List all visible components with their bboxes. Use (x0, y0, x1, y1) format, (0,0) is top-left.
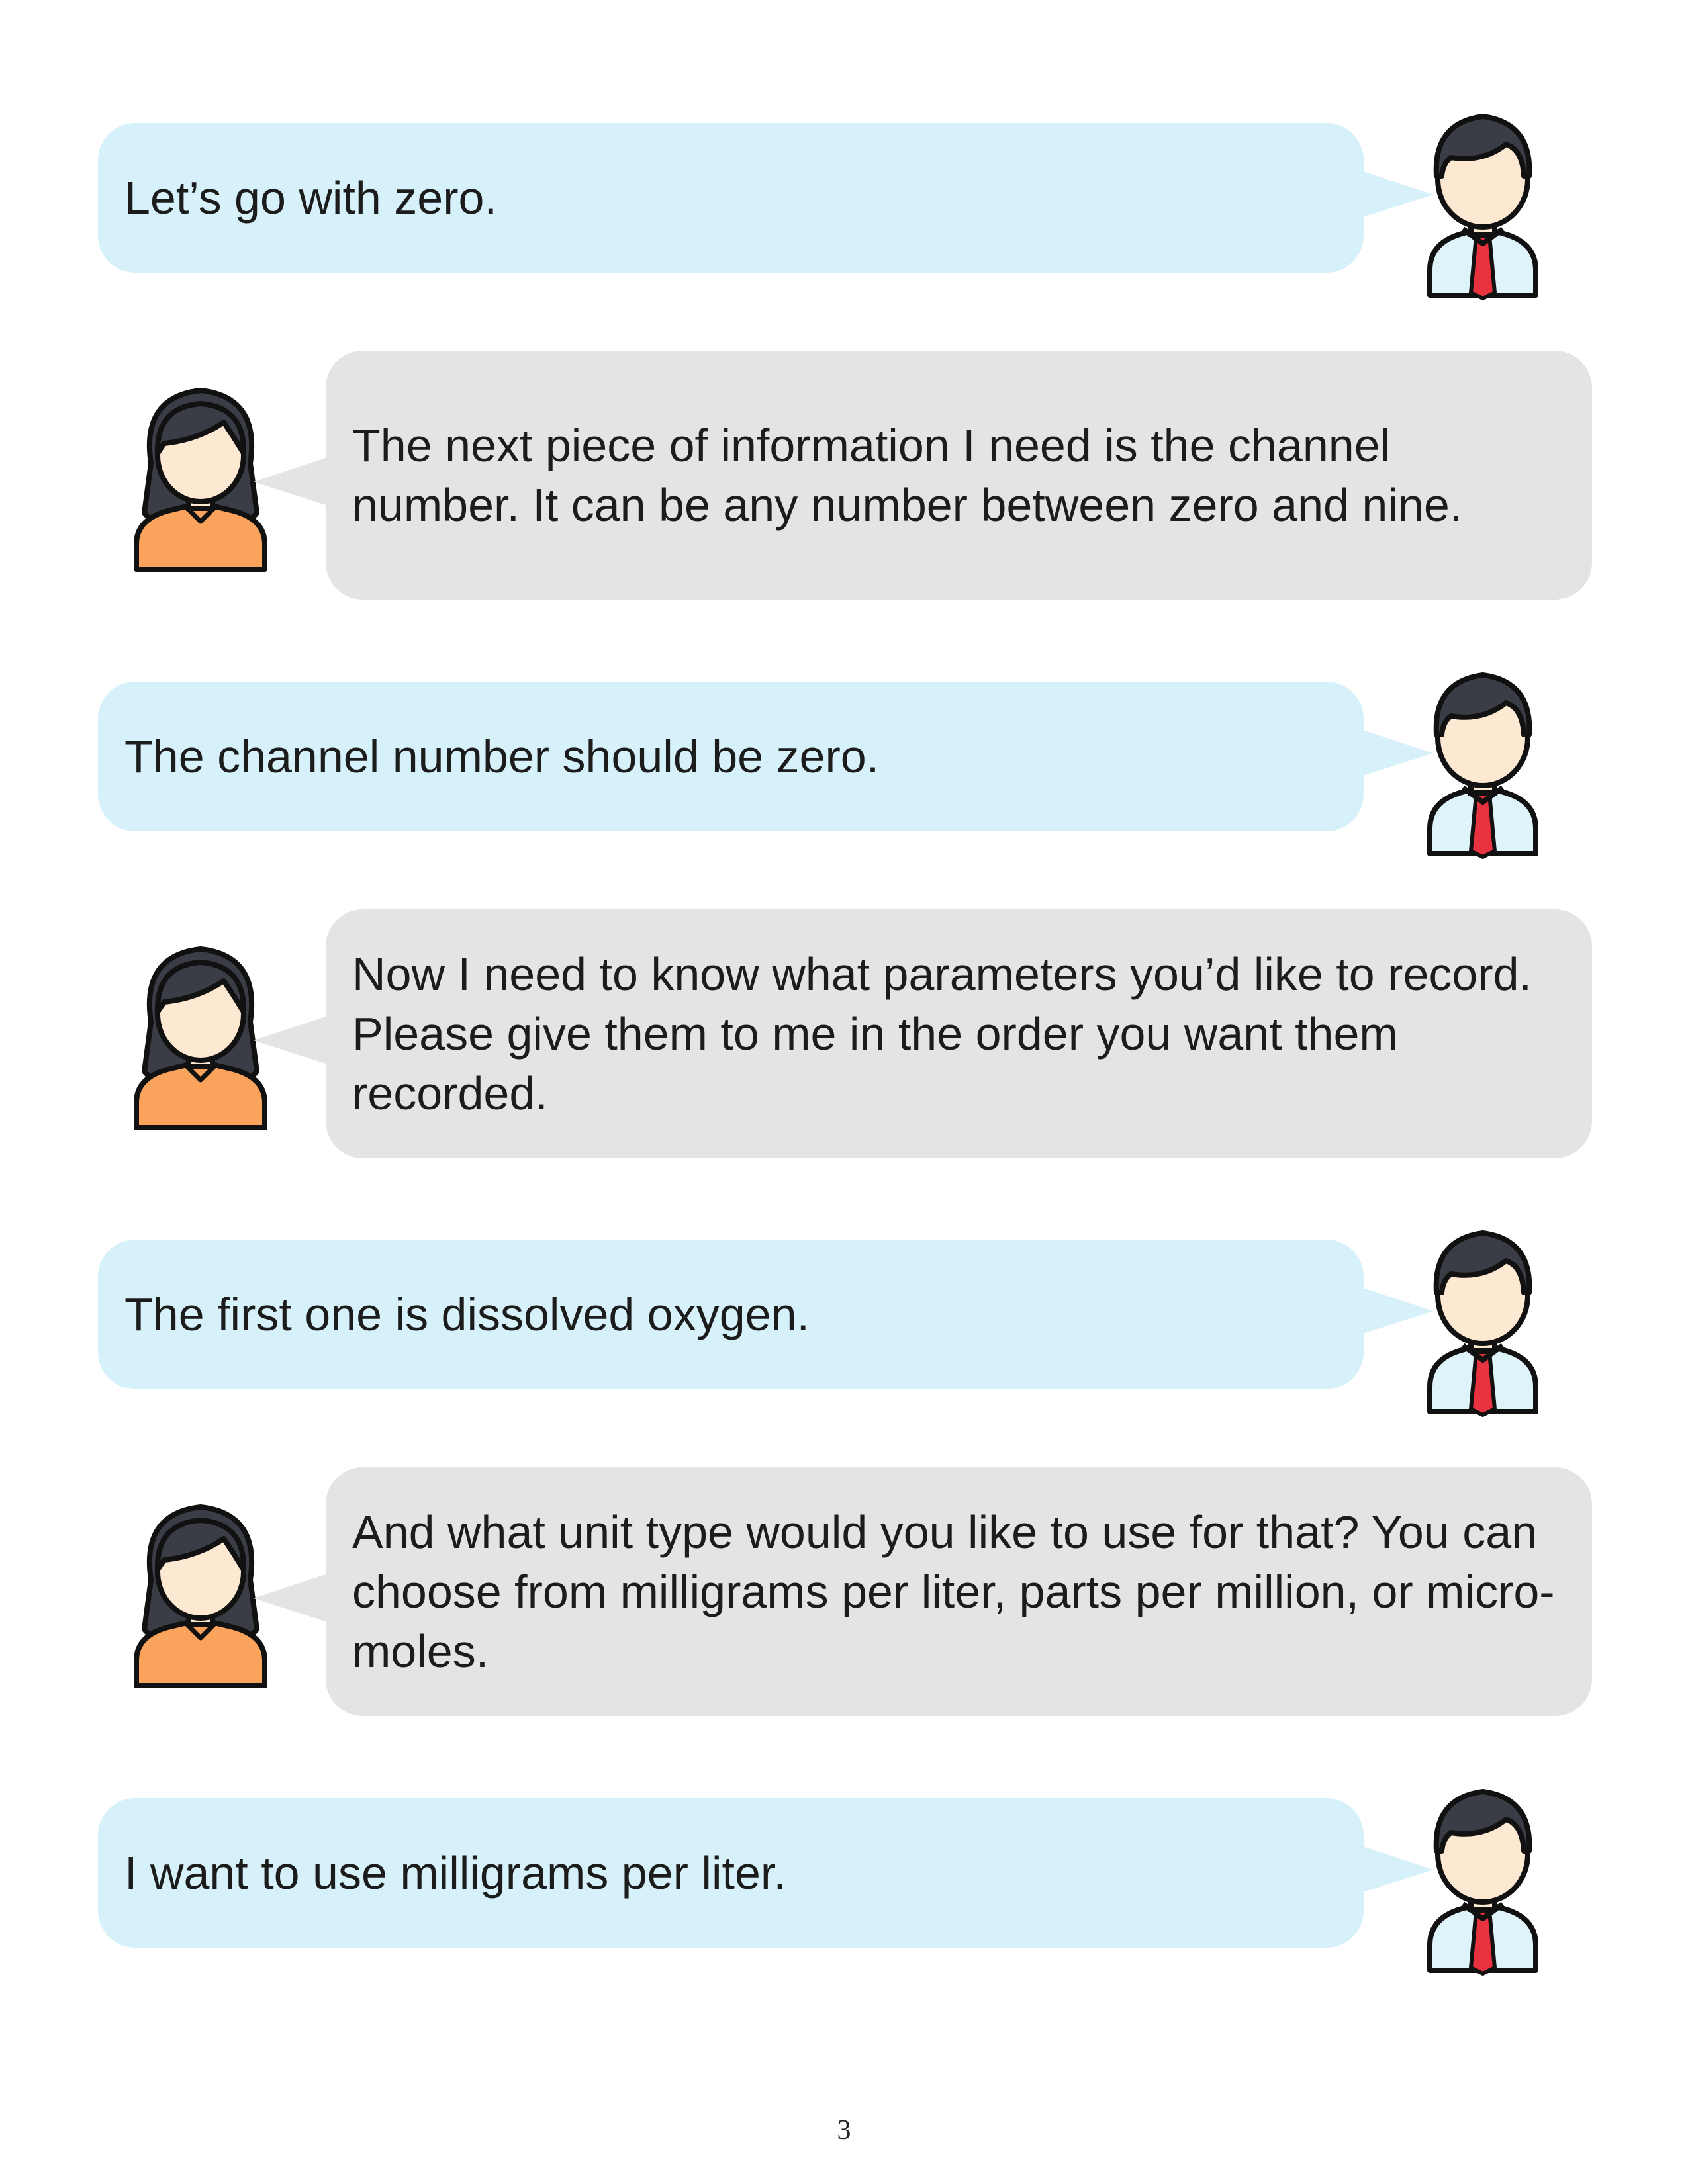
message-text: And what unit type would you like to use… (352, 1506, 1555, 1677)
page-number: 3 (837, 2115, 851, 2146)
message-text: Now I need to know what parameters you’d… (352, 948, 1532, 1119)
man-speech-bubble: I want to use milligrams per liter. (98, 1798, 1364, 1948)
man-speech-bubble: Let’s go with zero. (98, 123, 1364, 273)
man-speech-bubble: The channel number should be zero. (98, 682, 1364, 831)
man-speech-bubble: The first one is dissolved oxygen. (98, 1240, 1364, 1389)
bubble-tail (254, 1573, 330, 1623)
message-text: The next piece of information I need is … (352, 420, 1463, 531)
man-avatar-icon (1410, 1213, 1556, 1418)
message-text: Let’s go with zero. (124, 172, 497, 224)
bubble-tail (254, 457, 330, 506)
woman-speech-bubble: The next piece of information I need is … (326, 351, 1592, 600)
man-avatar-icon (1410, 97, 1556, 302)
message-text: I want to use milligrams per liter. (124, 1847, 786, 1899)
woman-speech-bubble: And what unit type would you like to use… (326, 1467, 1592, 1716)
man-avatar-icon (1410, 655, 1556, 860)
bubble-tail (254, 1015, 330, 1065)
message-text: The first one is dissolved oxygen. (124, 1289, 810, 1340)
man-avatar-icon (1410, 1772, 1556, 1977)
woman-speech-bubble: Now I need to know what parameters you’d… (326, 909, 1592, 1158)
message-text: The channel number should be zero. (124, 731, 880, 782)
